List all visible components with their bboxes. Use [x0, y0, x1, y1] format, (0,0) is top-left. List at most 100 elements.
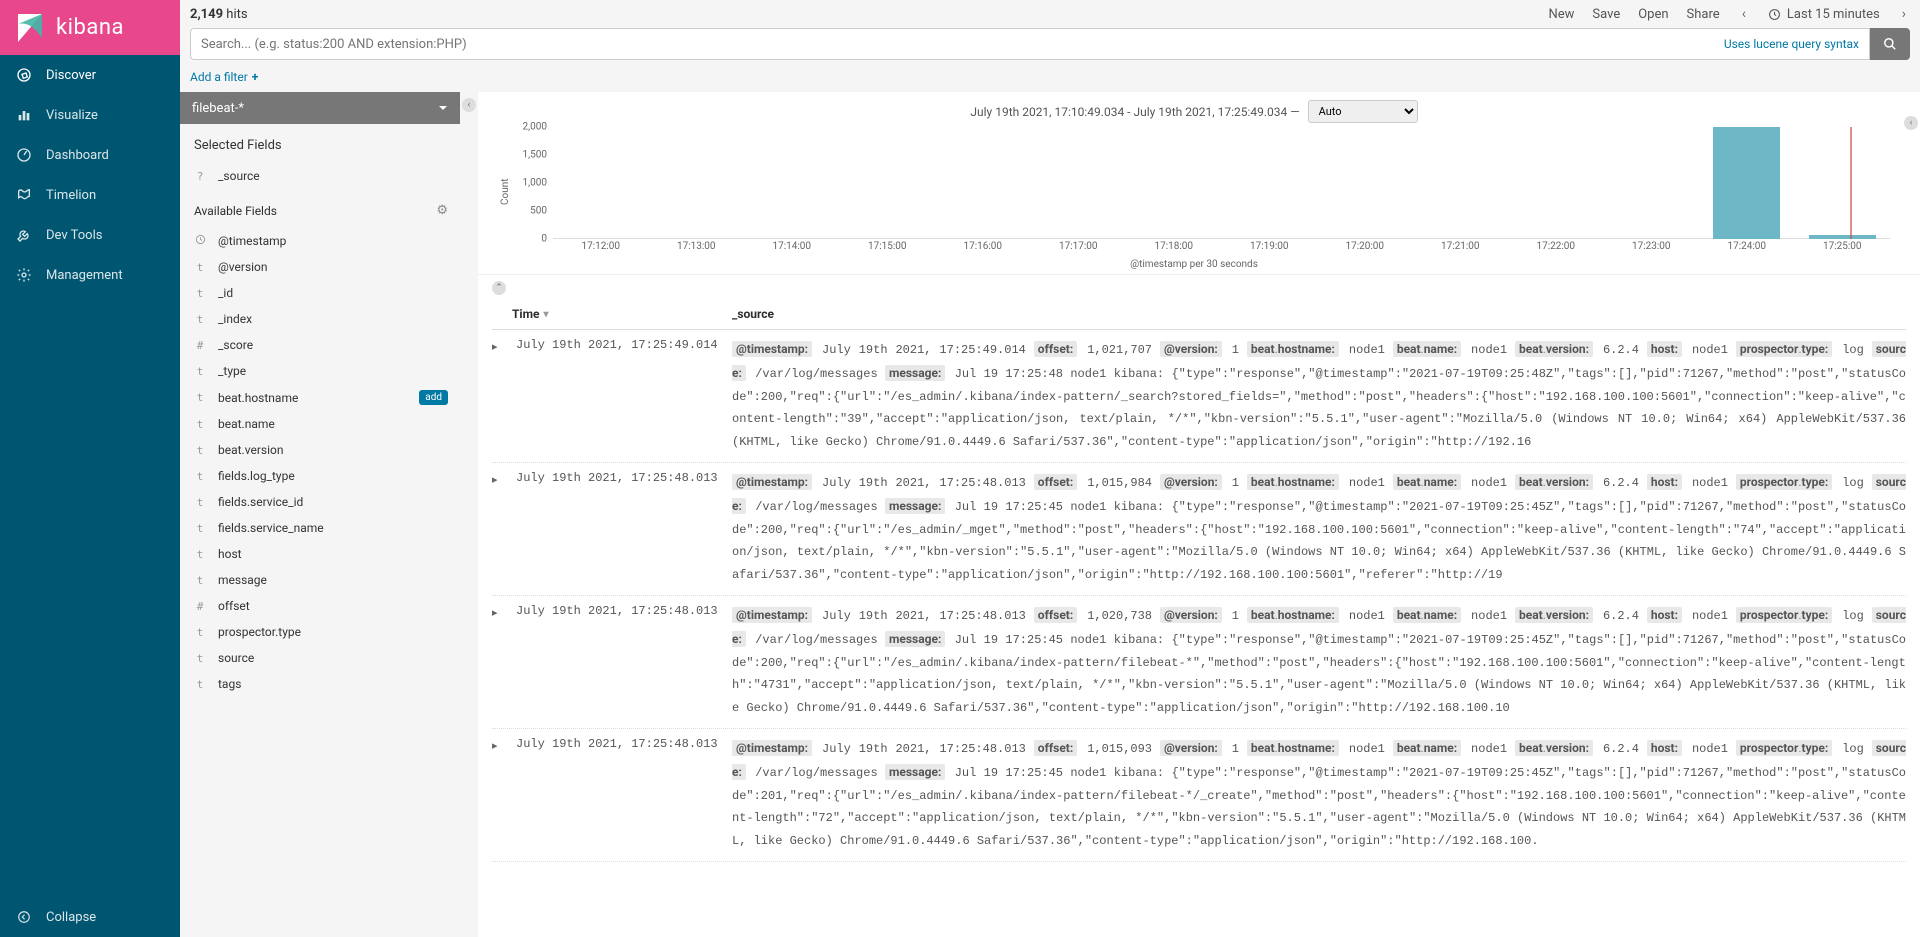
main: 2,149 hits NewSaveOpenShare‹Last 15 minu…: [180, 0, 1920, 937]
index-pattern-select[interactable]: filebeat-*: [180, 92, 460, 124]
interval-select[interactable]: Auto: [1308, 100, 1418, 123]
chart-bar[interactable]: [1713, 127, 1780, 239]
field-_score[interactable]: #_score: [180, 332, 460, 358]
row-source: @timestamp: July 19th 2021, 17:25:49.014…: [732, 338, 1906, 454]
panel-collapse-left[interactable]: ‹: [460, 92, 478, 937]
field-host[interactable]: thost: [180, 541, 460, 567]
field--version[interactable]: t@version: [180, 254, 460, 280]
field-beat-hostname[interactable]: tbeat.hostnameadd: [180, 384, 460, 411]
gear-icon[interactable]: ⚙: [436, 203, 448, 218]
field-fields-service_id[interactable]: tfields.service_id: [180, 489, 460, 515]
collapse-icon: [16, 909, 32, 925]
devtools-icon: [16, 227, 32, 243]
field-_index[interactable]: t_index: [180, 306, 460, 332]
field-_type[interactable]: t_type: [180, 358, 460, 384]
clock-icon: [1768, 8, 1781, 21]
table-row: ▸July 19th 2021, 17:25:48.013@timestamp:…: [492, 729, 1906, 862]
field--timestamp[interactable]: @timestamp: [180, 228, 460, 254]
field-beat-name[interactable]: tbeat.name: [180, 411, 460, 437]
fields-panel: filebeat-* Selected Fields ?_source Avai…: [180, 92, 460, 937]
table-row: ▸July 19th 2021, 17:25:48.013@timestamp:…: [492, 463, 1906, 596]
lucene-syntax-link[interactable]: Uses lucene query syntax: [1714, 37, 1869, 51]
discover-icon: [16, 67, 32, 83]
expand-row[interactable]: ▸: [492, 338, 512, 353]
chevron-left-icon: ‹: [1904, 116, 1918, 130]
field-fields-log_type[interactable]: tfields.log_type: [180, 463, 460, 489]
nav-collapse[interactable]: Collapse: [0, 897, 180, 937]
now-marker: [1850, 127, 1852, 239]
chart-bar[interactable]: [1809, 235, 1876, 239]
caret-down-icon: [438, 103, 448, 113]
chevron-up-icon: ⌃: [492, 281, 506, 295]
field-type-icon: t: [194, 261, 206, 274]
row-time: July 19th 2021, 17:25:48.013: [512, 471, 732, 485]
field-type-icon: #: [194, 600, 206, 613]
field-type-icon: t: [194, 313, 206, 326]
brand-name: kibana: [56, 15, 124, 40]
body: filebeat-* Selected Fields ?_source Avai…: [180, 92, 1920, 937]
row-source: @timestamp: July 19th 2021, 17:25:48.013…: [732, 471, 1906, 587]
field-tags[interactable]: ttags: [180, 671, 460, 697]
row-source: @timestamp: July 19th 2021, 17:25:48.013…: [732, 737, 1906, 853]
filter-row: Add a filter +: [180, 66, 1920, 92]
nav-discover[interactable]: Discover: [0, 55, 180, 95]
field-type-icon: [194, 234, 206, 248]
chart-ylabel: Count: [498, 127, 513, 257]
nav-collapse-label: Collapse: [46, 910, 96, 925]
field-message[interactable]: tmessage: [180, 567, 460, 593]
field-_source[interactable]: ?_source: [180, 163, 460, 189]
field-add-button[interactable]: add: [419, 390, 448, 405]
nav-timelion[interactable]: Timelion: [0, 175, 180, 215]
time-prev[interactable]: ‹: [1738, 6, 1750, 22]
top-share[interactable]: Share: [1687, 7, 1720, 22]
search-box: Uses lucene query syntax: [190, 28, 1870, 60]
search-icon: [1883, 37, 1897, 51]
panel-collapse-right[interactable]: ‹: [1904, 116, 1918, 130]
field-type-icon: t: [194, 574, 206, 587]
row-source: @timestamp: July 19th 2021, 17:25:48.013…: [732, 604, 1906, 720]
time-range[interactable]: Last 15 minutes: [1768, 7, 1880, 22]
sidebar: kibana DiscoverVisualizeDashboardTimelio…: [0, 0, 180, 937]
time-next[interactable]: ›: [1898, 6, 1910, 22]
field-beat-version[interactable]: tbeat.version: [180, 437, 460, 463]
histogram: July 19th 2021, 17:10:49.034 - July 19th…: [478, 92, 1920, 275]
dashboard-icon: [16, 147, 32, 163]
expand-row[interactable]: ▸: [492, 604, 512, 619]
field-offset[interactable]: #offset: [180, 593, 460, 619]
search-row: Uses lucene query syntax: [180, 22, 1920, 66]
field-type-icon: t: [194, 522, 206, 535]
plus-icon: +: [252, 70, 259, 84]
top-open[interactable]: Open: [1638, 7, 1668, 22]
column-source[interactable]: _source: [732, 307, 1906, 321]
column-time: Time ▾: [512, 307, 732, 321]
top-new[interactable]: New: [1548, 7, 1574, 22]
search-button[interactable]: [1870, 28, 1910, 60]
field-type-icon: t: [194, 287, 206, 300]
nav-devtools[interactable]: Dev Tools: [0, 215, 180, 255]
expand-row[interactable]: ▸: [492, 737, 512, 752]
sort-icon[interactable]: ▾: [544, 309, 549, 320]
field-prospector-type[interactable]: tprospector.type: [180, 619, 460, 645]
field-type-icon: t: [194, 391, 206, 404]
brand-logo[interactable]: kibana: [0, 0, 180, 55]
field-type-icon: ?: [194, 170, 206, 183]
field-fields-service_name[interactable]: tfields.service_name: [180, 515, 460, 541]
field-_id[interactable]: t_id: [180, 280, 460, 306]
results: ‹ July 19th 2021, 17:10:49.034 - July 19…: [478, 92, 1920, 937]
chart-collapse[interactable]: ⌃: [478, 275, 1920, 299]
nav-management[interactable]: Management: [0, 255, 180, 295]
add-filter-link[interactable]: Add a filter +: [190, 70, 258, 84]
chart-xlabel: @timestamp per 30 seconds: [498, 259, 1890, 270]
field-source[interactable]: tsource: [180, 645, 460, 671]
results-table: Time ▾ _source ▸July 19th 2021, 17:25:49…: [478, 299, 1920, 937]
expand-row[interactable]: ▸: [492, 471, 512, 486]
field-type-icon: t: [194, 418, 206, 431]
top-save[interactable]: Save: [1592, 7, 1620, 22]
row-time: July 19th 2021, 17:25:48.013: [512, 737, 732, 751]
nav-visualize[interactable]: Visualize: [0, 95, 180, 135]
chevron-left-icon: ‹: [462, 98, 476, 112]
chart-time-range: July 19th 2021, 17:10:49.034 - July 19th…: [970, 105, 1299, 119]
row-time: July 19th 2021, 17:25:48.013: [512, 604, 732, 618]
search-input[interactable]: [191, 37, 1714, 52]
nav-dashboard[interactable]: Dashboard: [0, 135, 180, 175]
